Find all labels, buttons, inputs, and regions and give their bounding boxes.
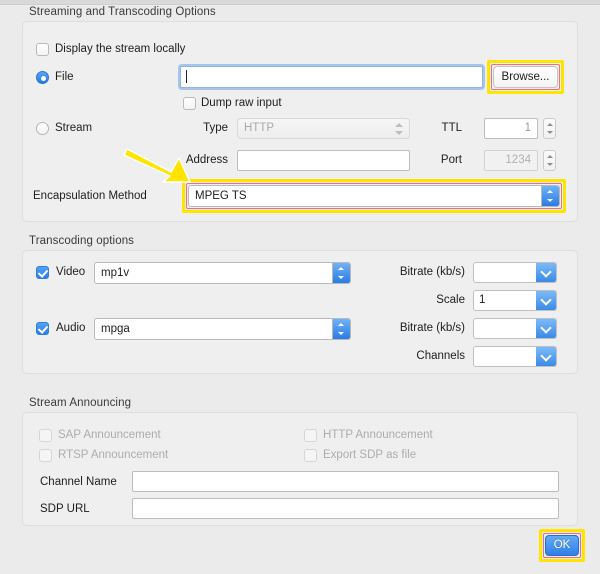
video-bitrate-label: Bitrate (kb/s): [399, 266, 465, 278]
channels-combo[interactable]: [473, 346, 557, 367]
text-caret: [186, 70, 187, 83]
stream-radio-label: Stream: [55, 122, 93, 134]
stream-radio[interactable]: [36, 122, 49, 135]
audio-bitrate-combo[interactable]: [473, 318, 557, 339]
channel-name-label: Channel Name: [40, 476, 117, 488]
file-path-input[interactable]: [180, 66, 483, 88]
display-stream-locally-label: Display the stream locally: [55, 43, 186, 55]
chevron-down-icon[interactable]: [536, 319, 556, 338]
updown-stepper-icon[interactable]: [332, 319, 350, 339]
audio-label: Audio: [56, 322, 86, 334]
sdp-url-input[interactable]: [132, 498, 559, 519]
export-sdp-checkbox[interactable]: [304, 449, 317, 462]
rtsp-announcement-label: RTSP Announcement: [58, 449, 169, 461]
window-top-edge: [0, 0, 600, 5]
ttl-input[interactable]: 1: [484, 118, 538, 139]
channel-name-input[interactable]: [132, 471, 559, 492]
sap-announcement-checkbox[interactable]: [39, 429, 52, 442]
display-stream-locally-checkbox[interactable]: [36, 43, 49, 56]
dump-raw-input-label: Dump raw input: [201, 97, 282, 109]
port-stepper[interactable]: [543, 150, 556, 171]
file-radio-label: File: [55, 71, 74, 83]
channels-label: Channels: [416, 350, 465, 362]
address-input[interactable]: [237, 150, 410, 171]
ttl-stepper[interactable]: [543, 118, 556, 139]
encapsulation-value: MPEG TS: [195, 190, 247, 202]
audio-codec-dropdown[interactable]: mpga: [94, 318, 351, 340]
ttl-label: TTL: [441, 122, 462, 134]
rtsp-announcement-checkbox[interactable]: [39, 449, 52, 462]
updown-stepper-icon[interactable]: [541, 186, 559, 206]
browse-button[interactable]: Browse...: [493, 66, 558, 88]
video-codec-dropdown[interactable]: mp1v: [94, 262, 351, 284]
scale-value: 1: [479, 294, 486, 306]
encapsulation-dropdown[interactable]: MPEG TS: [188, 185, 560, 207]
type-dropdown[interactable]: HTTP: [237, 118, 410, 139]
streaming-group-title: Streaming and Transcoding Options: [29, 6, 216, 18]
video-label: Video: [56, 266, 86, 278]
video-checkbox[interactable]: [36, 266, 49, 279]
video-bitrate-combo[interactable]: [473, 262, 557, 283]
type-label: Type: [203, 122, 228, 134]
audio-codec-value: mpga: [101, 323, 130, 335]
updown-stepper-icon[interactable]: [332, 263, 350, 283]
scale-label: Scale: [436, 294, 465, 306]
export-sdp-label: Export SDP as file: [323, 449, 417, 461]
encapsulation-label: Encapsulation Method: [33, 190, 147, 202]
scale-combo[interactable]: 1: [473, 290, 557, 311]
transcoding-group-title: Transcoding options: [29, 235, 135, 247]
sdp-url-label: SDP URL: [40, 503, 90, 515]
port-label: Port: [440, 154, 462, 166]
http-announcement-checkbox[interactable]: [304, 429, 317, 442]
sap-announcement-label: SAP Announcement: [58, 429, 161, 441]
chevron-down-icon[interactable]: [536, 347, 556, 366]
chevron-down-icon[interactable]: [536, 291, 556, 310]
audio-checkbox[interactable]: [36, 322, 49, 335]
chevron-down-icon[interactable]: [536, 263, 556, 282]
video-codec-value: mp1v: [101, 267, 130, 279]
audio-bitrate-label: Bitrate (kb/s): [399, 322, 465, 334]
type-dropdown-value: HTTP: [244, 122, 275, 134]
announcing-group-title: Stream Announcing: [29, 397, 132, 409]
dump-raw-input-checkbox[interactable]: [183, 97, 196, 110]
http-announcement-label: HTTP Announcement: [323, 429, 433, 441]
file-radio[interactable]: [36, 71, 49, 84]
port-input[interactable]: 1234: [484, 150, 538, 171]
address-label: Address: [185, 154, 228, 166]
ok-button[interactable]: OK: [545, 535, 579, 556]
